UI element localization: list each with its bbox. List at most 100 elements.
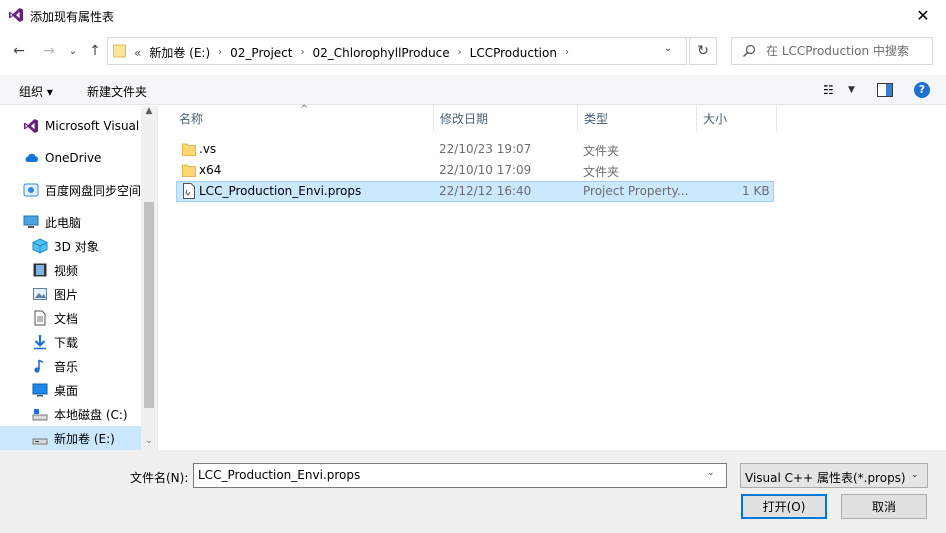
chevron-down-icon: ⌄ (911, 470, 919, 480)
file-date: 22/12/12 16:40 (439, 184, 532, 198)
back-arrow-icon: ← (13, 43, 25, 59)
filter-value: Visual C++ 属性表(*.props) (745, 471, 906, 485)
sidebar-item-label: 文档 (54, 311, 79, 326)
baidu-netdisk-icon (23, 183, 39, 197)
open-button[interactable]: 打开(O) (741, 494, 827, 519)
sidebar-item-baidu-netdisk[interactable]: 百度网盘同步空间 (23, 178, 141, 202)
open-button-label: 打开(O) (762, 500, 806, 514)
breadcrumb-item[interactable]: 02_ChlorophyllProduce (308, 46, 453, 60)
sidebar-item-video[interactable]: 视频 (32, 258, 78, 282)
file-list: ^ 名称 修改日期 类型 大小 .vs 22/10/23 19:07 文件夹 x… (157, 104, 946, 450)
folder-icon (113, 44, 126, 58)
file-type: 文件夹 (583, 144, 620, 158)
list-item[interactable]: x64 22/10/10 17:09 文件夹 (176, 160, 774, 181)
sidebar-item-label: 音乐 (54, 359, 79, 374)
column-header-name[interactable]: 名称 (173, 106, 434, 132)
new-folder-button[interactable]: 新建文件夹 (87, 83, 147, 100)
file-type: 文件夹 (583, 165, 620, 179)
up-button[interactable]: ↑ (84, 40, 106, 62)
column-header-date[interactable]: 修改日期 (434, 106, 578, 132)
sidebar-item-documents[interactable]: 文档 (32, 306, 78, 330)
sidebar-scrollbar[interactable]: ▲ ⌄ (141, 106, 157, 450)
cancel-button-label: 取消 (871, 500, 896, 514)
video-icon (33, 263, 47, 277)
sidebar-item-label: 3D 对象 (54, 239, 99, 254)
column-header-size[interactable]: 大小 (697, 106, 777, 132)
breadcrumb-item[interactable]: LCCProduction (466, 46, 561, 60)
scrollbar-thumb[interactable] (144, 202, 154, 408)
file-date: 22/10/10 17:09 (439, 163, 532, 177)
cancel-button[interactable]: 取消 (841, 494, 927, 519)
sidebar-item-label: 下载 (54, 335, 79, 350)
sidebar-item-drive-e[interactable]: 新加卷 (E:) (0, 426, 141, 450)
sidebar-item-label: 百度网盘同步空间 (45, 183, 142, 198)
scroll-up-icon[interactable]: ▲ (141, 106, 157, 122)
search-input[interactable] (766, 44, 926, 58)
overflow-crumb-icon[interactable]: « (130, 46, 145, 60)
organize-menu[interactable]: 组织 ▾ (19, 83, 53, 100)
onedrive-icon (25, 153, 39, 162)
sidebar-item-desktop[interactable]: 桌面 (32, 378, 78, 402)
close-button[interactable]: ✕ (900, 0, 946, 31)
forward-button[interactable]: → (38, 40, 60, 62)
chevron-right-icon[interactable]: › (214, 47, 226, 58)
sidebar-item-3d-objects[interactable]: 3D 对象 (32, 234, 99, 258)
chevron-right-icon[interactable]: › (296, 47, 308, 58)
file-name: x64 (199, 163, 222, 177)
visual-studio-icon (9, 8, 23, 22)
sidebar-item-label: 桌面 (54, 383, 79, 398)
folder-icon (182, 143, 196, 156)
file-size: 1 KB (742, 184, 770, 198)
up-arrow-icon: ↑ (89, 43, 101, 59)
folder-icon (182, 164, 196, 177)
filename-combobox[interactable]: ⌄ (193, 463, 727, 488)
list-item[interactable]: .vs 22/10/23 19:07 文件夹 (176, 139, 774, 160)
props-file-icon (183, 183, 195, 199)
sidebar-item-label: 本地磁盘 (C:) (54, 407, 128, 422)
sidebar-item-label: Microsoft Visual (45, 119, 140, 133)
recent-locations-button[interactable]: ⌄ (62, 40, 84, 62)
downloads-icon (34, 335, 46, 350)
sidebar-item-label: 图片 (54, 287, 79, 302)
sidebar-item-downloads[interactable]: 下载 (32, 330, 78, 354)
breadcrumb-item[interactable]: 02_Project (226, 46, 296, 60)
help-icon[interactable]: ? (914, 82, 930, 98)
command-bar: 组织 ▾ 新建文件夹 ☷ ▼ ? (0, 75, 946, 105)
chevron-down-icon[interactable]: ⌄ (658, 43, 678, 59)
sidebar-item-onedrive[interactable]: OneDrive (23, 146, 101, 170)
sidebar-item-local-disk-c[interactable]: 本地磁盘 (C:) (32, 402, 128, 426)
chevron-down-icon[interactable]: ⌄ (707, 468, 715, 478)
music-icon (34, 359, 44, 373)
refresh-button[interactable]: ↻ (689, 37, 717, 65)
breadcrumb-item[interactable]: 新加卷 (E:) (145, 44, 214, 61)
scroll-down-icon[interactable]: ⌄ (141, 436, 157, 450)
desktop-icon (32, 383, 48, 397)
sidebar-item-music[interactable]: 音乐 (32, 354, 78, 378)
filename-field[interactable] (198, 468, 698, 482)
sidebar-item-visual-studio[interactable]: Microsoft Visual (23, 114, 139, 138)
view-options-icon[interactable]: ☷ (823, 83, 834, 97)
file-type-filter[interactable]: Visual C++ 属性表(*.props) ⌄ (740, 463, 928, 488)
sidebar-item-label: 此电脑 (45, 215, 82, 230)
column-header-type[interactable]: 类型 (578, 106, 697, 132)
navigation-pane: Microsoft Visual OneDrive 百度网盘同步空间 此电脑 3… (0, 106, 157, 450)
file-date: 22/10/23 19:07 (439, 142, 532, 156)
breadcrumb: « 新加卷 (E:) › 02_Project › 02_Chlorophyll… (130, 44, 573, 61)
chevron-right-icon[interactable]: › (561, 47, 573, 58)
visual-studio-icon (24, 119, 38, 133)
chevron-down-icon[interactable]: ▼ (848, 85, 855, 95)
sidebar-item-pictures[interactable]: 图片 (32, 282, 78, 306)
footer-panel: 文件名(N): ⌄ Visual C++ 属性表(*.props) ⌄ 打开(O… (0, 450, 946, 533)
address-bar[interactable]: « 新加卷 (E:) › 02_Project › 02_Chlorophyll… (107, 37, 687, 65)
refresh-icon: ↻ (697, 43, 709, 59)
window-title: 添加现有属性表 (30, 10, 115, 24)
3d-objects-icon (32, 238, 48, 254)
filename-label: 文件名(N): (130, 471, 189, 485)
search-box[interactable] (731, 37, 933, 65)
sidebar-item-this-pc[interactable]: 此电脑 (23, 210, 81, 234)
back-button[interactable]: ← (8, 40, 30, 62)
preview-pane-icon[interactable] (877, 83, 893, 97)
chevron-right-icon[interactable]: › (454, 47, 466, 58)
list-item-selected[interactable]: LCC_Production_Envi.props 22/12/12 16:40… (176, 181, 774, 202)
chevron-down-icon: ⌄ (68, 45, 78, 57)
